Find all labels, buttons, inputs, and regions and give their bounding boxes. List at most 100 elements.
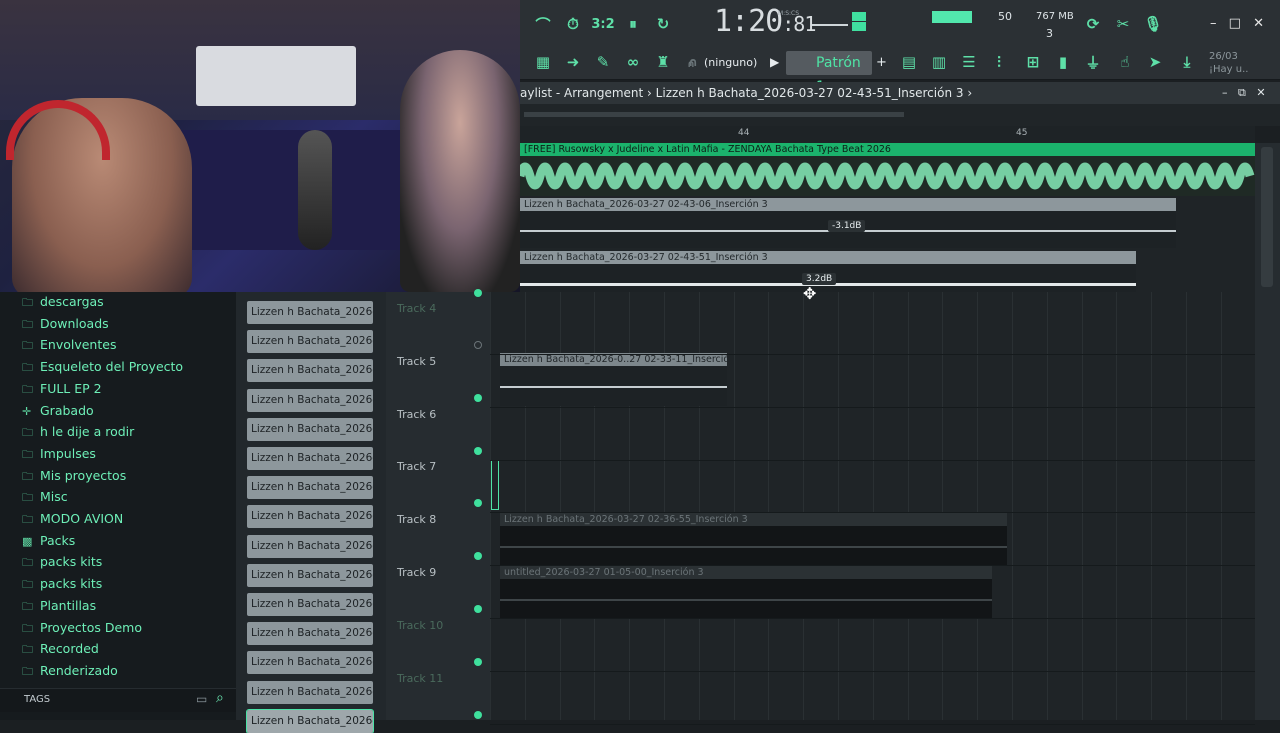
channel-rack-icon[interactable]: ☰ bbox=[956, 50, 982, 74]
pencil-icon[interactable]: ✎ bbox=[590, 50, 616, 74]
browser-folder[interactable]: ▩ Packs bbox=[22, 533, 75, 548]
link-icon[interactable]: ∞ bbox=[620, 50, 646, 74]
track-mute-led[interactable] bbox=[474, 605, 482, 613]
clip-list-item[interactable]: Lizzen h Bachata_2026-0.. bbox=[247, 593, 373, 616]
track-mute-led[interactable] bbox=[474, 552, 482, 561]
pattern-arrow-icon[interactable]: ▶ bbox=[770, 55, 779, 69]
clip-list-item[interactable]: Lizzen h Bachata_2026-0.. bbox=[247, 330, 373, 354]
countdown-icon[interactable]: 3:2 bbox=[590, 12, 616, 36]
touch-icon[interactable]: ☝ bbox=[1112, 50, 1138, 74]
clip-list-item[interactable]: Lizzen h Bachata_2026-0.. bbox=[247, 388, 373, 412]
news-panel[interactable]: 26/03 ¡Hay u.. bbox=[1209, 50, 1248, 76]
track-mute-led[interactable] bbox=[474, 393, 482, 402]
clip-list-item[interactable]: Lizzen h Bachata_2026-0.. bbox=[247, 563, 373, 587]
loop-record-icon[interactable]: ↻ bbox=[650, 12, 676, 36]
browser-folder[interactable]: 🗀 Esqueleto del Proyecto bbox=[22, 359, 183, 378]
browser-folder[interactable]: 🗀 packs kits bbox=[22, 576, 102, 595]
browser-folder[interactable]: 🗀 Mis proyectos bbox=[22, 468, 126, 487]
track-name[interactable]: Track 5 bbox=[397, 355, 436, 368]
clip-track5[interactable]: Lizzen h Bachata_2026-0..27 02-33-11_Ins… bbox=[500, 353, 727, 406]
browser-folder[interactable]: 🗀 Envolventes bbox=[22, 337, 116, 356]
browser-folder[interactable]: 🗀 packs kits bbox=[22, 554, 102, 573]
clip-list-item[interactable]: Lizzen h Bachata_2026-0.. bbox=[247, 301, 373, 324]
headphone-icon: ∩ bbox=[686, 58, 696, 70]
song-position[interactable]: 1:20:81 bbox=[714, 4, 816, 39]
playlist-grid-top[interactable]: [FREE] Rusowsky x Judeline x Latin Mafia… bbox=[520, 143, 1255, 301]
mixer-icon[interactable]: ⫶ bbox=[986, 50, 1012, 74]
clip-track8[interactable]: Lizzen h Bachata_2026-03-27 02-36-55_Ins… bbox=[500, 513, 1007, 565]
refresh-icon[interactable]: ⟳ bbox=[1080, 12, 1106, 36]
clip-list-item[interactable]: Lizzen h Bachata_2026-0.. bbox=[247, 651, 373, 675]
metronome-icon[interactable]: ⏱ bbox=[560, 12, 586, 36]
track-name[interactable]: Track 7 bbox=[397, 460, 436, 473]
maximize-icon[interactable]: □ bbox=[1229, 16, 1241, 31]
track-name[interactable]: Track 6 bbox=[397, 408, 436, 421]
playlist-minimize-icon[interactable]: – bbox=[1222, 86, 1228, 99]
pattern-selector[interactable]: Patrón 1 bbox=[786, 51, 872, 95]
tempo-indicator[interactable] bbox=[812, 8, 868, 36]
close-icon[interactable]: ✕ bbox=[1253, 16, 1264, 31]
browser-folder[interactable]: 🗀 Downloads bbox=[22, 316, 109, 335]
track-name[interactable]: Track 8 bbox=[397, 513, 436, 526]
browser-folder[interactable]: 🗀 Misc bbox=[22, 489, 68, 508]
browser-folder[interactable]: 🗀 descargas bbox=[22, 294, 104, 313]
timeline-ruler[interactable]: 44 45 bbox=[520, 126, 1255, 143]
arrow-right-icon[interactable]: ➜ bbox=[560, 50, 586, 74]
clip-track9[interactable]: untitled_2026-03-27 01-05-00_Inserción 3 bbox=[500, 566, 992, 619]
playlist-titlebar[interactable]: aylist - Arrangement › Lizzen h Bachata_… bbox=[520, 82, 1280, 104]
clip-list-item[interactable]: Lizzen h Bachata_2026-0.. bbox=[247, 505, 373, 529]
track-name[interactable]: Track 4 bbox=[397, 302, 436, 315]
clip-list-item[interactable]: Lizzen h Bachata_2026-0.. bbox=[247, 447, 373, 470]
track-name[interactable]: Track 9 bbox=[397, 566, 436, 579]
browser-folder[interactable]: 🗀 Plantillas bbox=[22, 598, 96, 617]
keyboard-icon[interactable]: ▦ bbox=[530, 50, 556, 74]
track-mute-led[interactable] bbox=[474, 499, 482, 508]
playlist-overview[interactable] bbox=[520, 104, 1280, 126]
playlist-grid[interactable]: Lizzen h Bachata_2026-0..27 02-33-11_Ins… bbox=[490, 292, 1255, 725]
vertical-scrollbar[interactable] bbox=[1255, 143, 1280, 720]
track-mute-led[interactable] bbox=[474, 710, 482, 719]
browser-folder[interactable]: 🗀 Proyectos Demo bbox=[22, 620, 142, 639]
folder-icon[interactable]: ▭ bbox=[196, 692, 207, 706]
track-mute-led[interactable] bbox=[474, 341, 482, 349]
cut-icon[interactable]: ✂ bbox=[1110, 12, 1136, 36]
playlist-maximize-icon[interactable]: ⧉ bbox=[1238, 86, 1246, 99]
clip-list-item[interactable]: Lizzen h Bachata_2026-0.. bbox=[247, 359, 373, 383]
channel-selector[interactable]: (ninguno) bbox=[704, 56, 757, 69]
track-mute-led[interactable] bbox=[474, 289, 482, 297]
clip-list-item[interactable]: Lizzen h Bachata_2026-0.. bbox=[247, 680, 373, 704]
clip-list-item[interactable]: Lizzen h Bachata_2026-0.. bbox=[247, 622, 373, 646]
browser-folder[interactable]: 🗀 MODO AVION bbox=[22, 511, 123, 530]
track-mute-led[interactable] bbox=[474, 657, 482, 666]
clip-beat[interactable]: [FREE] Rusowsky x Judeline x Latin Mafia… bbox=[520, 143, 1255, 196]
browser-folder[interactable]: 🗀 FULL EP 2 bbox=[22, 381, 102, 400]
clip-list-item[interactable]: Lizzen h Bachata_2026-0.. bbox=[247, 534, 373, 558]
clip-list-item[interactable]: Lizzen h Bachata_2026-0.. bbox=[247, 476, 373, 500]
minimize-icon[interactable]: – bbox=[1210, 16, 1217, 31]
track-name[interactable]: Track 11 bbox=[397, 672, 443, 685]
grid-line bbox=[907, 292, 909, 720]
browser-icon[interactable]: ⊞ bbox=[1020, 50, 1046, 74]
wait-input-icon[interactable]: ⏸ bbox=[620, 12, 646, 36]
files-icon[interactable]: ▮ bbox=[1050, 50, 1076, 74]
piano-roll-icon[interactable]: ▥ bbox=[926, 50, 952, 74]
plugin-icon[interactable]: ⏚ bbox=[1080, 50, 1106, 74]
browser-folder[interactable]: 🗀 Recorded bbox=[22, 641, 99, 660]
microphone-icon[interactable]: 🎙 bbox=[1140, 12, 1166, 36]
search-icon[interactable]: ⌕ bbox=[216, 690, 224, 706]
bird-icon[interactable]: ➤ bbox=[1142, 50, 1168, 74]
browser-folder[interactable]: 🗀 Impulses bbox=[22, 446, 96, 465]
playlist-close-icon[interactable]: ✕ bbox=[1256, 86, 1265, 99]
add-pattern-icon[interactable]: + bbox=[876, 55, 887, 70]
track-name[interactable]: Track 10 bbox=[397, 619, 443, 632]
browser-folder[interactable]: ✛ Grabado bbox=[22, 403, 94, 418]
clip-list-item[interactable]: Lizzen h Bachata_2026-0.. bbox=[247, 417, 373, 441]
stamp-icon[interactable]: ♜ bbox=[650, 50, 676, 74]
playlist-icon[interactable]: ▤ bbox=[896, 50, 922, 74]
snap-icon[interactable]: ⌒ bbox=[530, 12, 556, 36]
browser-folder[interactable]: 🗀 Renderizado bbox=[22, 663, 118, 682]
track-mute-led[interactable] bbox=[474, 446, 482, 455]
download-icon[interactable]: ⤓ bbox=[1174, 50, 1200, 74]
clip-list-item[interactable]: Lizzen h Bachata_2026-0.. bbox=[246, 708, 374, 733]
browser-folder[interactable]: 🗀 h le dije a rodir bbox=[22, 424, 134, 443]
